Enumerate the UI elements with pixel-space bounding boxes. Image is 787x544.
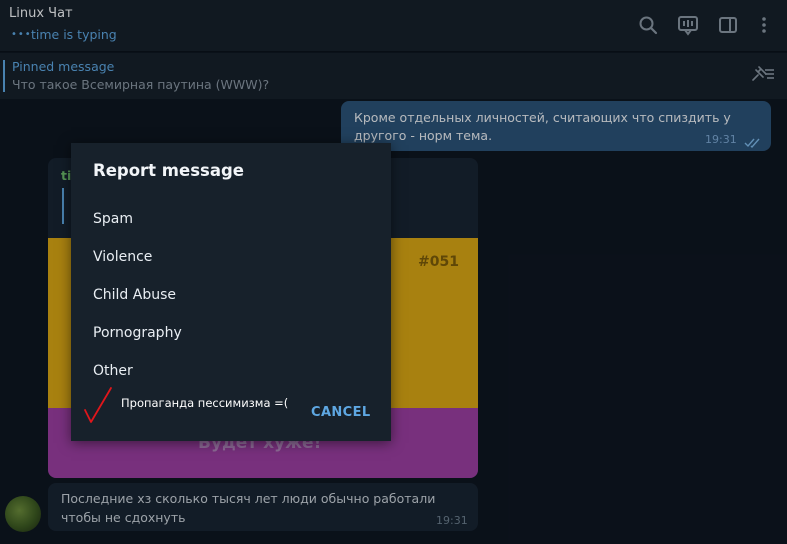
report-option-pornography[interactable]: Pornography [71, 314, 391, 352]
checkmark-icon [83, 386, 113, 424]
report-option-violence[interactable]: Violence [71, 238, 391, 276]
dialog-title: Report message [93, 161, 244, 180]
report-option-other[interactable]: Other [71, 352, 391, 390]
report-option-child-abuse[interactable]: Child Abuse [71, 276, 391, 314]
custom-report-reason[interactable]: Пропаганда пессимизма =( [121, 396, 288, 410]
report-dialog: Report message Spam Violence Child Abuse… [71, 143, 391, 441]
report-option-spam[interactable]: Spam [71, 200, 391, 238]
cancel-button[interactable]: CANCEL [311, 405, 371, 420]
